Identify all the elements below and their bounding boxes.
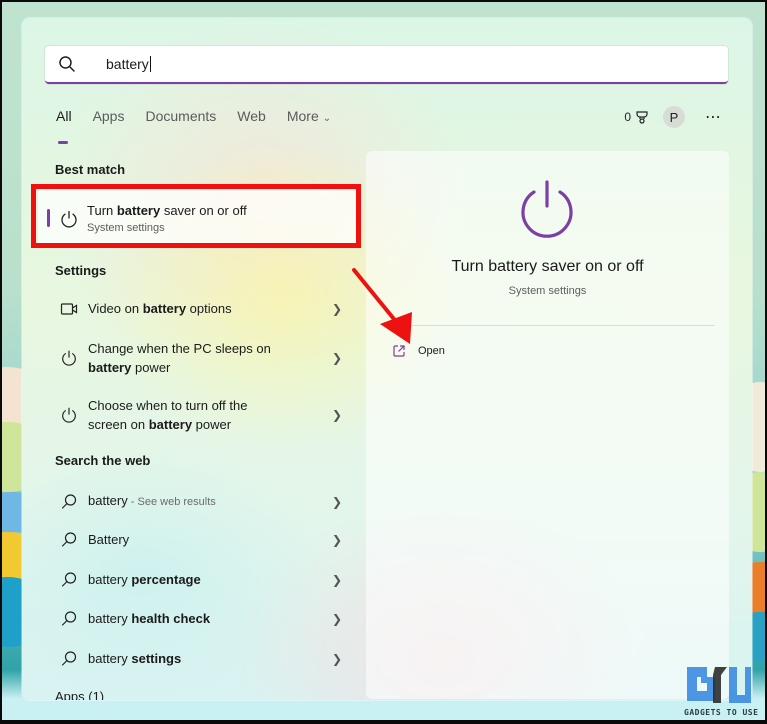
rewards-trophy-icon — [636, 111, 648, 124]
section-search-web: Search the web — [55, 453, 151, 468]
detail-title: Turn battery saver on or off — [451, 258, 644, 275]
divider — [386, 325, 715, 326]
search-icon — [61, 650, 77, 666]
points-count: 0 — [624, 110, 631, 124]
chevron-right-icon: ❯ — [331, 532, 342, 547]
result-detail-pane: Turn battery saver on or off System sett… — [366, 151, 729, 699]
section-settings: Settings — [55, 263, 107, 278]
header-actions: 0 P ⋯ — [624, 106, 722, 128]
search-value[interactable]: battery — [106, 56, 151, 72]
chevron-right-icon: ❯ — [331, 494, 342, 509]
video-icon — [60, 302, 78, 315]
filter-tabs: All Apps Documents Web More ⌄ — [56, 108, 352, 144]
tab-apps[interactable]: Apps — [93, 108, 125, 134]
avatar[interactable]: P — [663, 106, 685, 128]
best-match-subtitle: System settings — [87, 222, 165, 234]
chevron-right-icon: ❯ — [331, 611, 342, 626]
best-match-result[interactable]: Turn battery saver on or off System sett… — [38, 190, 360, 244]
power-icon — [61, 210, 77, 228]
tab-documents[interactable]: Documents — [145, 108, 216, 134]
search-icon — [61, 571, 77, 587]
chevron-right-icon: ❯ — [331, 351, 342, 365]
web-result-label: battery health check — [88, 611, 211, 626]
tab-more[interactable]: More ⌄ — [287, 108, 331, 134]
watermark-logo: GADGETS TO USE — [684, 663, 765, 721]
search-icon — [61, 493, 77, 509]
search-icon — [61, 610, 77, 626]
tab-more-label: More — [286, 108, 319, 124]
web-result-item[interactable]: battery health check ❯ — [42, 609, 342, 628]
settings-item-screen-battery[interactable]: Choose when to turn off the screen on bat… — [42, 396, 342, 434]
search-icon — [61, 531, 77, 547]
web-result-item[interactable]: Battery ❯ — [42, 530, 342, 549]
tab-all[interactable]: All — [56, 108, 72, 144]
tab-web[interactable]: Web — [237, 108, 266, 134]
web-result-label: battery settings — [88, 651, 182, 666]
web-result-label: battery - See web results — [88, 493, 216, 508]
settings-item-sleep-battery[interactable]: Change when the PC sleeps on battery powe… — [42, 339, 342, 377]
section-best-match: Best match — [55, 162, 126, 177]
web-result-item[interactable]: battery settings ❯ — [42, 649, 342, 668]
settings-item-video-battery[interactable]: Video on battery options ❯ — [42, 299, 342, 318]
power-icon — [521, 180, 573, 238]
chevron-right-icon: ❯ — [331, 572, 342, 587]
power-icon — [62, 407, 76, 423]
chevron-down-icon: ⌄ — [322, 113, 332, 124]
selection-indicator — [47, 209, 50, 227]
settings-item-label: Change when the PC sleeps on battery powe… — [88, 341, 271, 375]
search-icon — [59, 56, 75, 72]
detail-subtitle: System settings — [508, 285, 587, 297]
rewards-points[interactable]: 0 — [624, 110, 649, 124]
open-label: Open — [418, 345, 445, 357]
search-input[interactable]: battery — [45, 46, 728, 84]
chevron-right-icon: ❯ — [331, 301, 342, 316]
web-result-item[interactable]: battery - See web results ❯ — [42, 491, 342, 512]
chevron-right-icon: ❯ — [331, 408, 342, 422]
best-match-title: Turn battery saver on or off — [87, 203, 247, 218]
section-apps: Apps (1) — [55, 689, 105, 700]
open-external-icon — [393, 345, 405, 357]
watermark-text: GADGETS TO USE — [684, 708, 759, 717]
web-result-label: battery percentage — [88, 572, 201, 587]
text-caret — [149, 56, 151, 72]
open-button[interactable]: Open — [392, 344, 445, 358]
search-panel: battery All Apps Documents Web More ⌄ 0 P… — [22, 18, 752, 700]
web-result-label: Battery — [88, 532, 130, 547]
settings-item-label: Video on battery options — [88, 301, 232, 316]
power-icon — [62, 350, 76, 366]
web-result-item[interactable]: battery percentage ❯ — [42, 570, 342, 589]
ellipsis-icon[interactable]: ⋯ — [705, 107, 722, 127]
chevron-right-icon: ❯ — [331, 651, 342, 666]
gadgets-to-use-logo-icon — [687, 667, 751, 703]
settings-item-label: Choose when to turn off the screen on bat… — [88, 398, 248, 432]
